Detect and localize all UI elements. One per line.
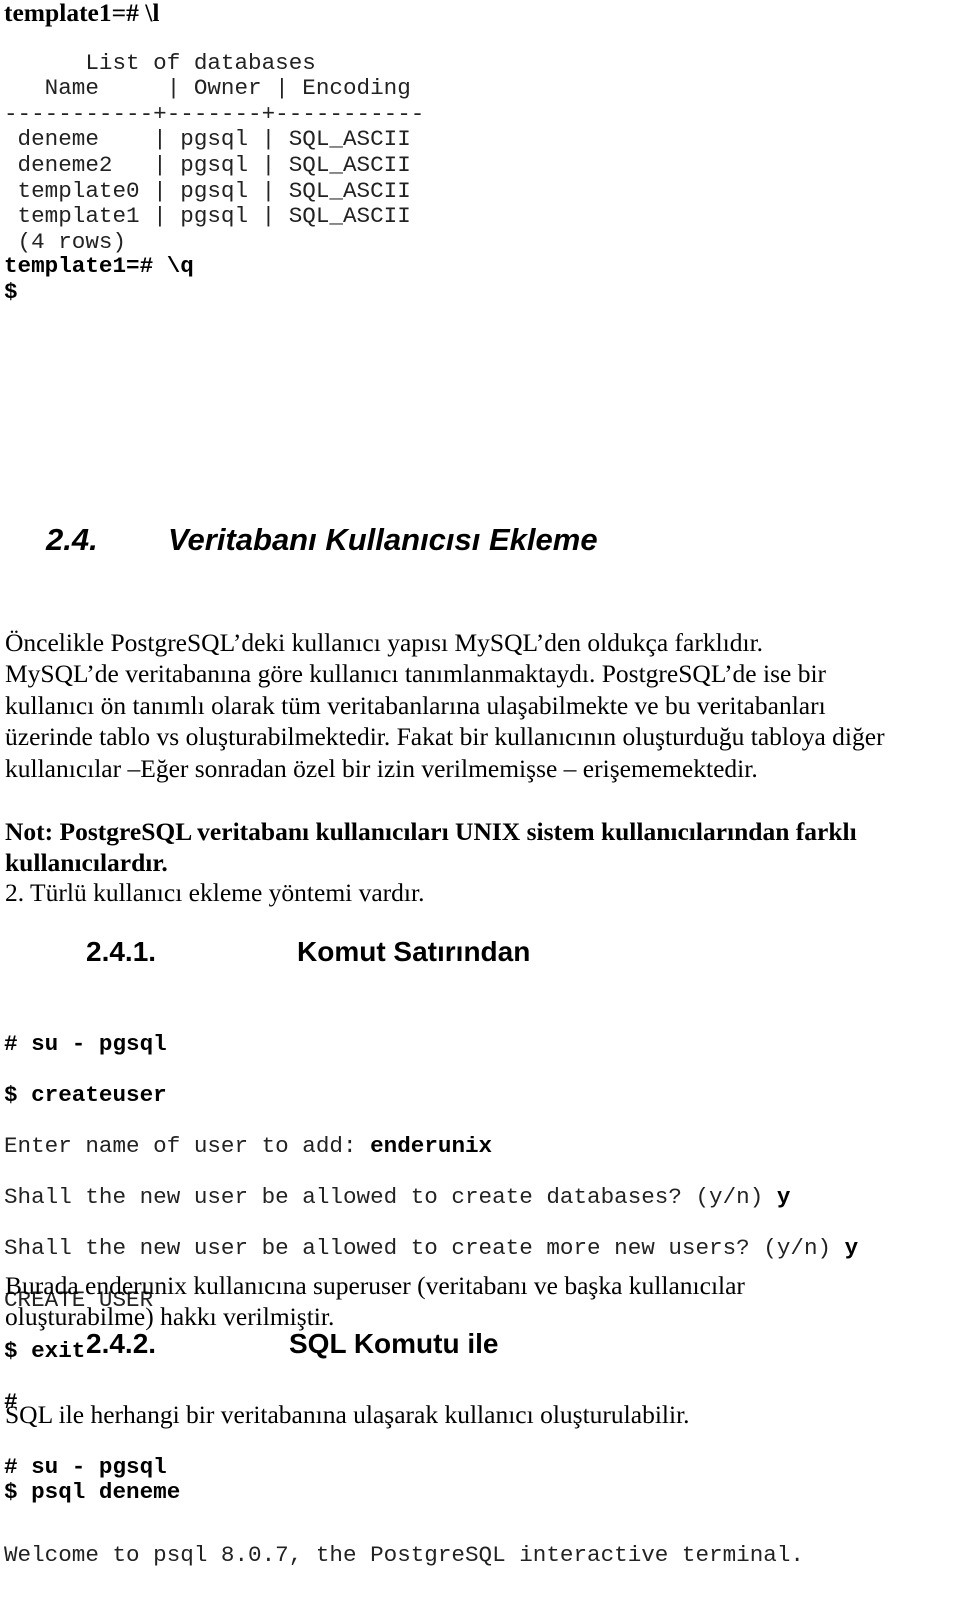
command-line: $ createuser [4, 1081, 167, 1108]
database-list-output: List of databases Name | Owner | Encodin… [4, 25, 424, 281]
user-input: y [844, 1235, 859, 1262]
text-line: üzerinde tablo vs oluşturabilmektedir. F… [5, 722, 885, 751]
user-input: y [776, 1184, 791, 1211]
subsection-title: SQL Komutu ile [289, 1328, 499, 1359]
psql-quit-command: template1=# \q [4, 253, 194, 279]
output-line: template1 | pgsql | SQL_ASCII [4, 203, 411, 230]
welcome-output: Welcome to psql 8.0.7, the PostgreSQL in… [4, 1542, 804, 1568]
command-line: # su - pgsql [4, 1030, 167, 1057]
text-line: MySQL’de veritabanına göre kullanıcı tan… [5, 659, 827, 688]
text-line: kullanıcılar –Eğer sonradan özel bir izi… [5, 753, 758, 783]
shell-prompt: $ [4, 279, 18, 305]
output-line: deneme2 | pgsql | SQL_ASCII [4, 151, 411, 178]
section-title: Veritabanı Kullanıcısı Ekleme [168, 522, 598, 557]
subsection-title: Komut Satırından [297, 936, 531, 967]
output-line: List of databases [4, 49, 316, 76]
output-line: -----------+-------+----------- [4, 100, 425, 127]
text-line: Burada enderunix kullanıcına superuser (… [5, 1270, 745, 1300]
createuser-session: # su - pgsql $ createuser Enter name of … [4, 1006, 858, 1441]
methods-text: 2. Türlü kullanıcı ekleme yöntemi vardır… [5, 878, 425, 907]
command-line: $ psql deneme [4, 1479, 181, 1506]
output-text: Enter name of user to add: [4, 1132, 371, 1159]
text-line: kullanıcı ön tanımlı olarak tüm veritaba… [5, 690, 826, 720]
output-line: deneme | pgsql | SQL_ASCII [4, 126, 411, 153]
section-number: 2.4. [46, 522, 98, 557]
output-line: Name | Owner | Encoding [4, 75, 411, 102]
intro-paragraph: Öncelikle PostgreSQL’deki kullanıcı yapı… [5, 595, 885, 816]
user-input: enderunix [370, 1132, 493, 1159]
subsection-number: 2.4.1. [86, 936, 157, 967]
output-text: Shall the new user be allowed to create … [4, 1184, 777, 1211]
output-line: template0 | pgsql | SQL_ASCII [4, 177, 411, 204]
subsection-number: 2.4.2. [86, 1328, 157, 1359]
text-line: Öncelikle PostgreSQL’deki kullanıcı yapı… [5, 627, 764, 657]
sql-session: # su - pgsql $ psql deneme [4, 1429, 180, 1531]
text-line: Not: PostgreSQL veritabanı kullanıcıları… [5, 816, 857, 846]
text-line: kullanıcılardır. [5, 848, 168, 877]
command-line: # su - pgsql [4, 1453, 167, 1480]
sql-paragraph: SQL ile herhangi bir veritabanına ulaşar… [5, 1400, 690, 1429]
output-line: (4 rows) [4, 228, 127, 255]
